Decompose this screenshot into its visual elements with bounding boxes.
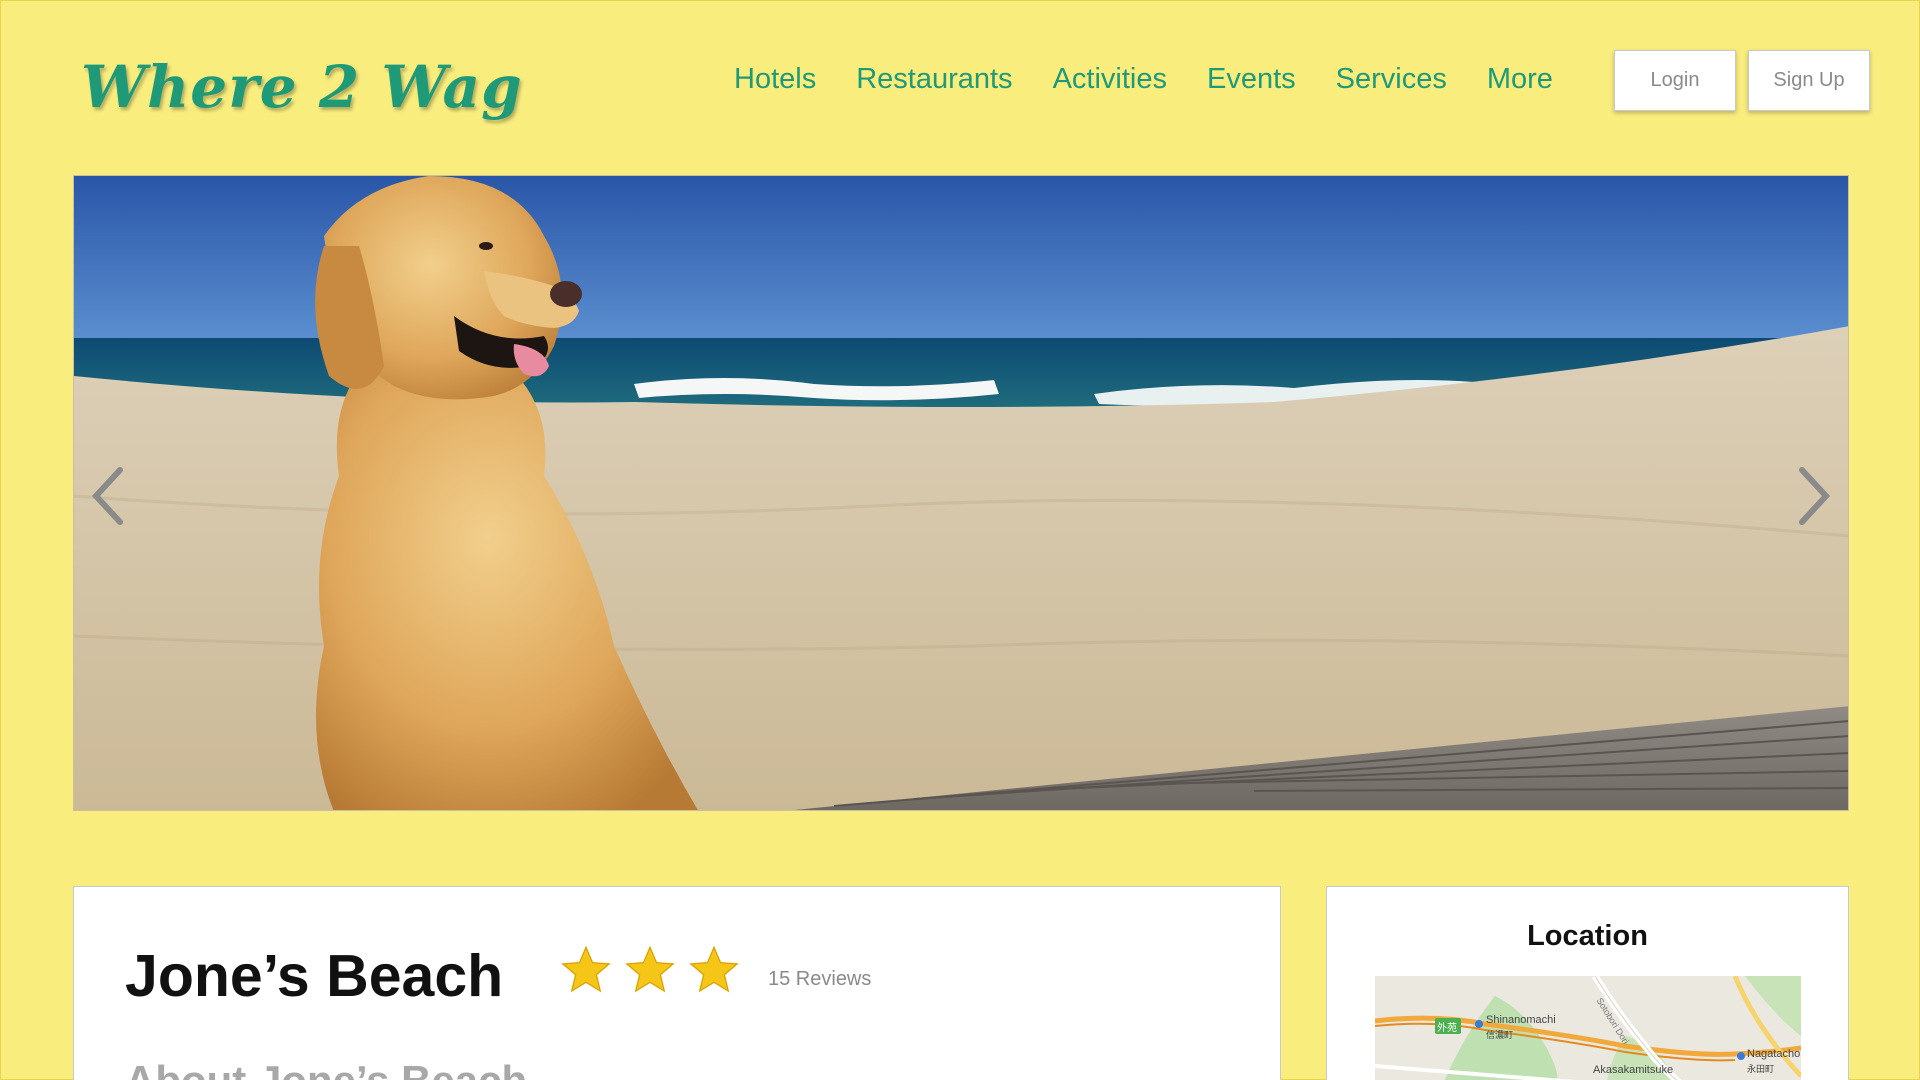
- map-label-akasakamitsuke: Akasakamitsuke: [1593, 1064, 1674, 1076]
- nav-hotels[interactable]: Hotels: [734, 63, 816, 96]
- map-label-shinanomachi-jp: 信濃町: [1486, 1030, 1514, 1040]
- nav-events[interactable]: Events: [1207, 63, 1296, 96]
- carousel-next-button[interactable]: [1784, 456, 1844, 536]
- map-station-badge: 外苑: [1437, 1023, 1457, 1034]
- map-label-nagatacho-jp: 永田町: [1747, 1064, 1775, 1074]
- map-label-nagatacho: Nagatacho: [1747, 1048, 1801, 1060]
- about-heading: About Jone’s Beach: [125, 1057, 527, 1080]
- login-button[interactable]: Login: [1614, 50, 1736, 111]
- signup-button[interactable]: Sign Up: [1748, 50, 1870, 111]
- place-title: Jone’s Beach: [125, 943, 504, 1009]
- map-label-shinanomachi: Shinanomachi: [1486, 1014, 1556, 1026]
- star-rating: [560, 944, 740, 996]
- chevron-right-icon: [1799, 467, 1831, 525]
- place-info-card: Jone’s Beach 15 Reviews About Jone’s Bea…: [73, 886, 1281, 1080]
- nav-services[interactable]: Services: [1336, 63, 1447, 96]
- location-map[interactable]: 外苑 Shinanomachi 信濃町 Sotobori Dori Nagata…: [1375, 976, 1801, 1080]
- star-icon: [625, 945, 675, 993]
- hero-image: [74, 176, 1848, 810]
- location-title: Location: [1527, 920, 1648, 952]
- hero-carousel: [73, 175, 1849, 811]
- nav-restaurants[interactable]: Restaurants: [856, 63, 1012, 96]
- chevron-left-icon: [91, 467, 123, 525]
- nav-more[interactable]: More: [1487, 63, 1553, 96]
- star-icon: [561, 945, 611, 993]
- site-logo[interactable]: Where 2 Wag: [81, 53, 523, 121]
- main-nav: Hotels Restaurants Activities Events Ser…: [734, 63, 1553, 96]
- nav-activities[interactable]: Activities: [1053, 63, 1167, 96]
- carousel-prev-button[interactable]: [78, 456, 138, 536]
- reviews-count-link[interactable]: 15 Reviews: [768, 968, 871, 991]
- location-card: Location 外苑 Shinanomachi 信濃町 Sotobori Do…: [1326, 886, 1849, 1080]
- star-icon: [689, 945, 739, 993]
